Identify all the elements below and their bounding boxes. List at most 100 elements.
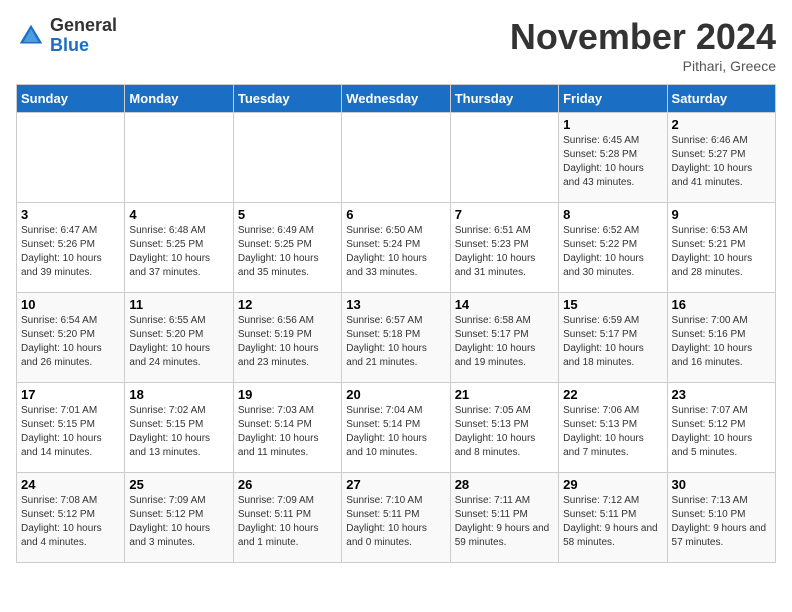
calendar-cell: 5 Sunrise: 6:49 AM Sunset: 5:25 PM Daylig… xyxy=(233,203,341,293)
calendar-cell: 20 Sunrise: 7:04 AM Sunset: 5:14 PM Dayli… xyxy=(342,383,450,473)
title-block: November 2024 Pithari, Greece xyxy=(510,16,776,74)
calendar-cell: 28Sunrise: 7:11 AM Sunset: 5:11 PM Dayli… xyxy=(450,473,558,563)
header-day-thursday: Thursday xyxy=(450,85,558,113)
day-number: 27 xyxy=(346,477,445,492)
calendar-cell: 17Sunrise: 7:01 AM Sunset: 5:15 PM Dayli… xyxy=(17,383,125,473)
day-info: Sunrise: 7:03 AM Sunset: 5:14 PM Dayligh… xyxy=(238,404,337,460)
calendar-cell: 16 Sunrise: 7:00 AM Sunset: 5:16 PM Dayli… xyxy=(667,293,775,383)
day-info: Sunrise: 6:45 AM Sunset: 5:28 PM Dayligh… xyxy=(563,134,662,190)
day-info: Sunrise: 7:00 AM Sunset: 5:16 PM Dayligh… xyxy=(672,314,771,370)
calendar-cell: 22Sunrise: 7:06 AM Sunset: 5:13 PM Dayli… xyxy=(559,383,667,473)
day-info: Sunrise: 6:51 AM Sunset: 5:23 PM Dayligh… xyxy=(455,224,554,280)
calendar-cell: 12 Sunrise: 6:56 AM Sunset: 5:19 PM Dayli… xyxy=(233,293,341,383)
day-info: Sunrise: 6:48 AM Sunset: 5:25 PM Dayligh… xyxy=(129,224,228,280)
calendar-week-2: 3 Sunrise: 6:47 AM Sunset: 5:26 PM Daylig… xyxy=(17,203,776,293)
day-number: 30 xyxy=(672,477,771,492)
day-info: Sunrise: 7:09 AM Sunset: 5:11 PM Dayligh… xyxy=(238,494,337,550)
day-info: Sunrise: 7:12 AM Sunset: 5:11 PM Dayligh… xyxy=(563,494,662,550)
day-info: Sunrise: 7:04 AM Sunset: 5:14 PM Dayligh… xyxy=(346,404,445,460)
day-number: 20 xyxy=(346,387,445,402)
day-number: 5 xyxy=(238,207,337,222)
logo-text: General Blue xyxy=(50,16,117,56)
day-info: Sunrise: 7:13 AM Sunset: 5:10 PM Dayligh… xyxy=(672,494,771,550)
calendar-table: SundayMondayTuesdayWednesdayThursdayFrid… xyxy=(16,84,776,563)
day-info: Sunrise: 6:58 AM Sunset: 5:17 PM Dayligh… xyxy=(455,314,554,370)
calendar-body: 1Sunrise: 6:45 AM Sunset: 5:28 PM Daylig… xyxy=(17,113,776,563)
calendar-cell: 2 Sunrise: 6:46 AM Sunset: 5:27 PM Daylig… xyxy=(667,113,775,203)
day-number: 17 xyxy=(21,387,120,402)
day-number: 10 xyxy=(21,297,120,312)
day-number: 2 xyxy=(672,117,771,132)
day-number: 9 xyxy=(672,207,771,222)
calendar-cell: 14 Sunrise: 6:58 AM Sunset: 5:17 PM Dayli… xyxy=(450,293,558,383)
calendar-header: SundayMondayTuesdayWednesdayThursdayFrid… xyxy=(17,85,776,113)
calendar-week-3: 10 Sunrise: 6:54 AM Sunset: 5:20 PM Dayli… xyxy=(17,293,776,383)
day-number: 18 xyxy=(129,387,228,402)
day-number: 16 xyxy=(672,297,771,312)
calendar-cell xyxy=(125,113,233,203)
logo-icon xyxy=(16,21,46,51)
day-info: Sunrise: 7:08 AM Sunset: 5:12 PM Dayligh… xyxy=(21,494,120,550)
day-number: 23 xyxy=(672,387,771,402)
day-number: 4 xyxy=(129,207,228,222)
day-info: Sunrise: 6:54 AM Sunset: 5:20 PM Dayligh… xyxy=(21,314,120,370)
day-info: Sunrise: 7:07 AM Sunset: 5:12 PM Dayligh… xyxy=(672,404,771,460)
day-info: Sunrise: 6:57 AM Sunset: 5:18 PM Dayligh… xyxy=(346,314,445,370)
calendar-week-5: 24 Sunrise: 7:08 AM Sunset: 5:12 PM Dayli… xyxy=(17,473,776,563)
calendar-cell: 13 Sunrise: 6:57 AM Sunset: 5:18 PM Dayli… xyxy=(342,293,450,383)
calendar-cell: 11 Sunrise: 6:55 AM Sunset: 5:20 PM Dayli… xyxy=(125,293,233,383)
day-info: Sunrise: 6:56 AM Sunset: 5:19 PM Dayligh… xyxy=(238,314,337,370)
calendar-cell xyxy=(233,113,341,203)
header-day-tuesday: Tuesday xyxy=(233,85,341,113)
day-number: 26 xyxy=(238,477,337,492)
calendar-cell: 27 Sunrise: 7:10 AM Sunset: 5:11 PM Dayli… xyxy=(342,473,450,563)
day-info: Sunrise: 6:52 AM Sunset: 5:22 PM Dayligh… xyxy=(563,224,662,280)
calendar-cell: 19Sunrise: 7:03 AM Sunset: 5:14 PM Dayli… xyxy=(233,383,341,473)
page-header: General Blue November 2024 Pithari, Gree… xyxy=(16,16,776,74)
calendar-cell: 8 Sunrise: 6:52 AM Sunset: 5:22 PM Daylig… xyxy=(559,203,667,293)
day-number: 14 xyxy=(455,297,554,312)
logo: General Blue xyxy=(16,16,117,56)
day-info: Sunrise: 6:46 AM Sunset: 5:27 PM Dayligh… xyxy=(672,134,771,190)
day-number: 21 xyxy=(455,387,554,402)
day-number: 12 xyxy=(238,297,337,312)
calendar-cell: 4 Sunrise: 6:48 AM Sunset: 5:25 PM Daylig… xyxy=(125,203,233,293)
day-info: Sunrise: 6:49 AM Sunset: 5:25 PM Dayligh… xyxy=(238,224,337,280)
calendar-cell: 25 Sunrise: 7:09 AM Sunset: 5:12 PM Dayli… xyxy=(125,473,233,563)
calendar-cell: 29 Sunrise: 7:12 AM Sunset: 5:11 PM Dayli… xyxy=(559,473,667,563)
calendar-cell xyxy=(17,113,125,203)
day-number: 24 xyxy=(21,477,120,492)
day-number: 11 xyxy=(129,297,228,312)
header-day-saturday: Saturday xyxy=(667,85,775,113)
calendar-cell xyxy=(342,113,450,203)
calendar-cell: 3 Sunrise: 6:47 AM Sunset: 5:26 PM Daylig… xyxy=(17,203,125,293)
calendar-cell: 30 Sunrise: 7:13 AM Sunset: 5:10 PM Dayli… xyxy=(667,473,775,563)
calendar-cell: 24 Sunrise: 7:08 AM Sunset: 5:12 PM Dayli… xyxy=(17,473,125,563)
day-number: 13 xyxy=(346,297,445,312)
day-info: Sunrise: 7:09 AM Sunset: 5:12 PM Dayligh… xyxy=(129,494,228,550)
day-info: Sunrise: 6:47 AM Sunset: 5:26 PM Dayligh… xyxy=(21,224,120,280)
calendar-cell: 23 Sunrise: 7:07 AM Sunset: 5:12 PM Dayli… xyxy=(667,383,775,473)
day-info: Sunrise: 7:02 AM Sunset: 5:15 PM Dayligh… xyxy=(129,404,228,460)
calendar-cell: 1Sunrise: 6:45 AM Sunset: 5:28 PM Daylig… xyxy=(559,113,667,203)
day-number: 29 xyxy=(563,477,662,492)
calendar-cell: 6Sunrise: 6:50 AM Sunset: 5:24 PM Daylig… xyxy=(342,203,450,293)
day-number: 28 xyxy=(455,477,554,492)
calendar-cell: 21Sunrise: 7:05 AM Sunset: 5:13 PM Dayli… xyxy=(450,383,558,473)
location-text: Pithari, Greece xyxy=(510,58,776,74)
logo-general-text: General xyxy=(50,16,117,36)
header-row: SundayMondayTuesdayWednesdayThursdayFrid… xyxy=(17,85,776,113)
day-info: Sunrise: 6:59 AM Sunset: 5:17 PM Dayligh… xyxy=(563,314,662,370)
logo-blue-text: Blue xyxy=(50,36,117,56)
calendar-cell: 26 Sunrise: 7:09 AM Sunset: 5:11 PM Dayli… xyxy=(233,473,341,563)
day-number: 7 xyxy=(455,207,554,222)
day-info: Sunrise: 6:53 AM Sunset: 5:21 PM Dayligh… xyxy=(672,224,771,280)
day-info: Sunrise: 6:55 AM Sunset: 5:20 PM Dayligh… xyxy=(129,314,228,370)
calendar-week-4: 17Sunrise: 7:01 AM Sunset: 5:15 PM Dayli… xyxy=(17,383,776,473)
day-info: Sunrise: 7:10 AM Sunset: 5:11 PM Dayligh… xyxy=(346,494,445,550)
month-title: November 2024 xyxy=(510,16,776,58)
day-number: 3 xyxy=(21,207,120,222)
day-number: 8 xyxy=(563,207,662,222)
day-number: 25 xyxy=(129,477,228,492)
calendar-cell: 18 Sunrise: 7:02 AM Sunset: 5:15 PM Dayli… xyxy=(125,383,233,473)
